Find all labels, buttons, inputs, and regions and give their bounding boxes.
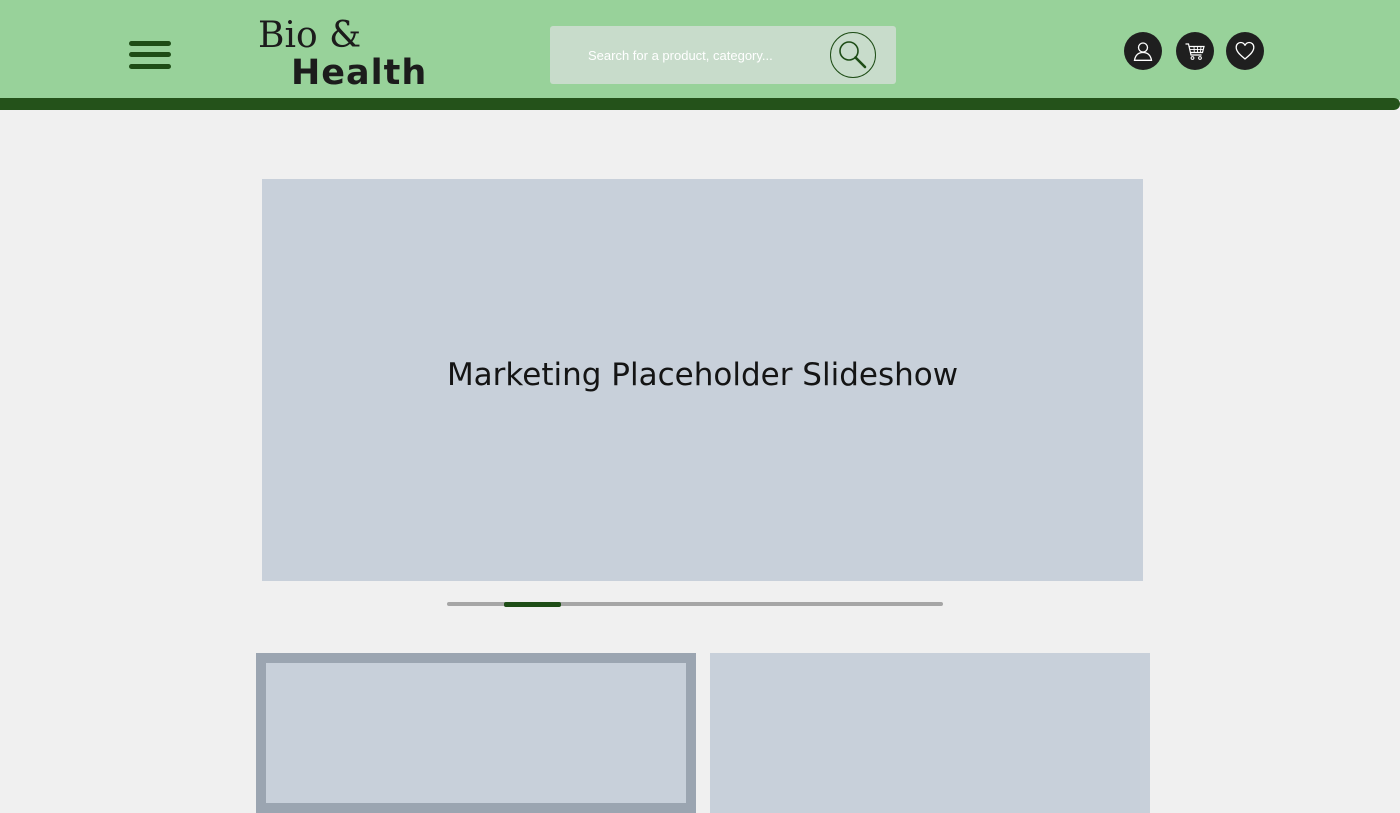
- cart-button[interactable]: [1176, 32, 1214, 70]
- menu-button[interactable]: [128, 38, 172, 72]
- slide-caption: Marketing Placeholder Slideshow: [262, 355, 1143, 395]
- marketing-slideshow[interactable]: Marketing Placeholder Slideshow: [262, 179, 1143, 581]
- product-card[interactable]: [710, 653, 1150, 813]
- account-button[interactable]: [1124, 32, 1162, 70]
- user-icon: [1133, 41, 1153, 61]
- menu-line-icon: [129, 52, 171, 57]
- site-header: Bio & Health: [0, 0, 1400, 100]
- magnifier-icon: [837, 39, 869, 71]
- menu-line-icon: [129, 41, 171, 46]
- wishlist-button[interactable]: [1226, 32, 1264, 70]
- heart-icon: [1235, 41, 1255, 61]
- logo-line-2: Health: [291, 51, 427, 95]
- cart-icon: [1185, 41, 1205, 61]
- search-input[interactable]: [588, 40, 824, 70]
- product-card[interactable]: [256, 653, 696, 813]
- header-accent-bar: [0, 98, 1400, 110]
- search-button[interactable]: [830, 32, 876, 78]
- menu-line-icon: [129, 64, 171, 69]
- slideshow-progress-indicator[interactable]: [504, 602, 561, 607]
- logo[interactable]: Bio & Health: [258, 14, 428, 98]
- slideshow-progress-track[interactable]: [447, 602, 943, 606]
- search-bar: [550, 26, 896, 84]
